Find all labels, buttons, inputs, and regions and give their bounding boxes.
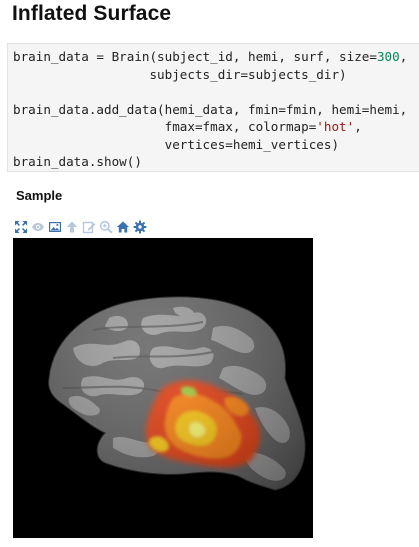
sample-label: Sample <box>16 188 63 203</box>
page-title: Inflated Surface <box>12 2 172 25</box>
zoom-icon[interactable] <box>99 220 113 234</box>
code-text: brain_data = Brain(subject_id, hemi, sur… <box>8 44 419 171</box>
eye-icon[interactable] <box>31 220 45 234</box>
code-string-literal: 'hot' <box>316 119 355 134</box>
code-block: brain_data = Brain(subject_id, hemi, sur… <box>7 43 419 172</box>
arrow-up-icon[interactable] <box>65 220 79 234</box>
inflated-brain-surface-image <box>48 296 306 491</box>
figure-toolbar <box>14 219 147 235</box>
gear-icon[interactable] <box>133 220 147 234</box>
brain-figure <box>13 238 313 538</box>
home-icon[interactable] <box>116 220 130 234</box>
image-icon[interactable] <box>48 220 62 234</box>
code-number-literal: 300 <box>376 49 400 64</box>
code-segment: brain_data = Brain(subject_id, hemi, sur… <box>13 49 377 64</box>
expand-arrows-icon[interactable] <box>14 220 28 234</box>
edit-icon[interactable] <box>82 220 96 234</box>
